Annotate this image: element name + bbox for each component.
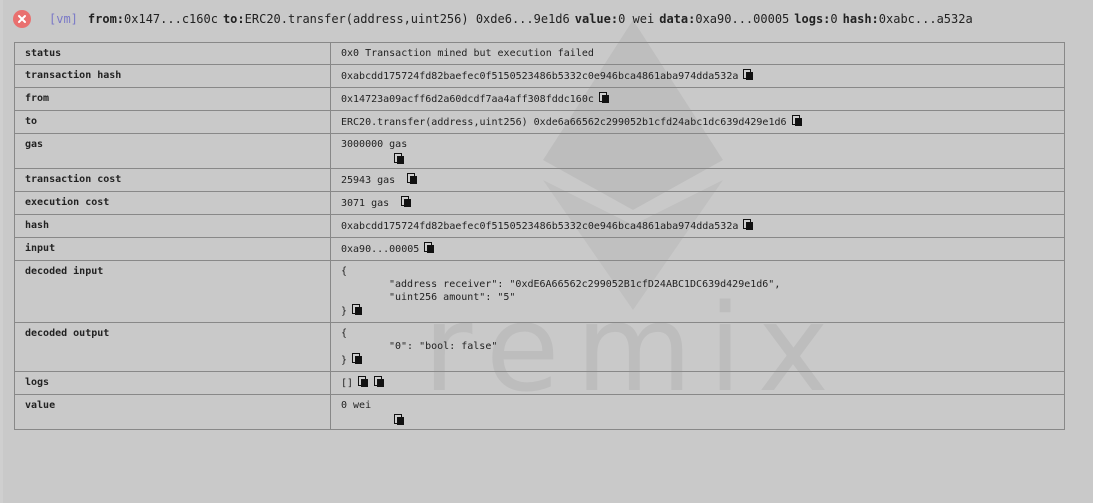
summary-from-key: from: — [87, 12, 125, 26]
gas-value: 3000000 gas — [330, 133, 1065, 169]
decoded-input-close: } — [341, 306, 348, 317]
failed-status-icon — [13, 10, 31, 28]
decoded-input-value: { "address receiver": "0xdE6A66562c29905… — [330, 260, 1065, 323]
summary-hash-key: hash: — [842, 12, 879, 26]
summary-to-key: to: — [222, 12, 245, 26]
input-value: 0xa90...00005 — [330, 237, 1065, 261]
transaction-summary[interactable]: [vm] from: 0x147...c160c to: ERC20.trans… — [13, 9, 978, 29]
copy-icon[interactable] — [407, 173, 418, 184]
copy-icon[interactable] — [352, 304, 363, 315]
from-label: from — [14, 87, 331, 111]
transaction-hash-value: 0xabcdd175724fd82baefec0f5150523486b5332… — [330, 64, 1065, 88]
to-label: to — [14, 110, 331, 134]
transaction-cost-text: 25943 gas — [341, 175, 396, 186]
input-text: 0xa90...00005 — [341, 244, 420, 255]
decoded-output-label: decoded output — [14, 322, 331, 372]
copy-icon[interactable] — [424, 242, 435, 253]
gas-label: gas — [14, 133, 331, 169]
copy-icon[interactable] — [401, 196, 412, 207]
to-text: ERC20.transfer(address,uint256) 0xde6a66… — [341, 117, 787, 128]
decoded-output-value: { "0": "bool: false" } — [330, 322, 1065, 372]
to-value: ERC20.transfer(address,uint256) 0xde6a66… — [330, 110, 1065, 134]
status-label: status — [14, 42, 331, 65]
logs-label: logs — [14, 371, 331, 395]
table-row-from: from 0x14723a09acff6d2a60dcdf7aa4aff308f… — [14, 87, 1065, 111]
transaction-cost-value: 25943 gas — [330, 168, 1065, 192]
decoded-output-line-1: "0": "bool: false" — [389, 341, 498, 352]
table-row-execution-cost: execution cost 3071 gas — [14, 191, 1065, 215]
execution-cost-text: 3071 gas — [341, 198, 390, 209]
summary-data-value: 0xa90...00005 — [695, 12, 790, 26]
transaction-log-panel: remix [vm] from: 0x147...c160c to: ERC20… — [3, 0, 1093, 503]
transaction-details-table: status 0x0 Transaction mined but executi… — [14, 42, 1065, 430]
table-row-status: status 0x0 Transaction mined but executi… — [14, 42, 1065, 65]
summary-from-value: 0x147...c160c — [124, 12, 218, 26]
execution-cost-value: 3071 gas — [330, 191, 1065, 215]
hash-label: hash — [14, 214, 331, 238]
transaction-hash-text: 0xabcdd175724fd82baefec0f5150523486b5332… — [341, 71, 739, 82]
copy-icon[interactable] — [791, 115, 803, 126]
hash-value: 0xabcdd175724fd82baefec0f5150523486b5332… — [330, 214, 1065, 238]
table-row-logs: logs [] — [14, 371, 1065, 395]
env-badge: [vm] — [49, 12, 78, 26]
execution-cost-label: execution cost — [14, 191, 331, 215]
table-row-value: value 0 wei — [14, 394, 1065, 430]
summary-hash-value: 0xabc...a532a — [878, 12, 973, 26]
summary-data-key: data: — [659, 12, 696, 26]
copy-icon[interactable] — [394, 153, 405, 164]
summary-value-value: 0 wei — [618, 12, 655, 26]
table-row-to: to ERC20.transfer(address,uint256) 0xde6… — [14, 110, 1065, 134]
hash-text: 0xabcdd175724fd82baefec0f5150523486b5332… — [341, 221, 739, 232]
value-label: value — [14, 394, 331, 430]
table-row-decoded-output: decoded output { "0": "bool: false" } — [14, 322, 1065, 372]
table-row-transaction-cost: transaction cost 25943 gas — [14, 168, 1065, 192]
gas-text: 3000000 gas — [341, 139, 408, 150]
copy-icon[interactable] — [352, 353, 363, 364]
input-label: input — [14, 237, 331, 261]
decoded-output-close: } — [341, 355, 348, 366]
summary-logs-value: 0 — [830, 12, 838, 26]
table-row-input: input 0xa90...00005 — [14, 237, 1065, 261]
from-text: 0x14723a09acff6d2a60dcdf7aa4aff308fddc16… — [341, 94, 594, 105]
copy-icon[interactable] — [374, 376, 385, 387]
copy-icon[interactable] — [358, 376, 369, 387]
summary-value-key: value: — [574, 12, 619, 26]
summary-logs-key: logs: — [794, 12, 831, 26]
decoded-output-open: { — [341, 328, 348, 339]
logs-value: [] — [330, 371, 1065, 395]
summary-to-value: ERC20.transfer(address,uint256) 0xde6...… — [244, 12, 570, 26]
status-value: 0x0 Transaction mined but execution fail… — [330, 42, 1065, 65]
copy-icon[interactable] — [598, 92, 610, 103]
copy-icon[interactable] — [743, 219, 754, 230]
decoded-input-open: { — [341, 266, 348, 277]
table-row-gas: gas 3000000 gas — [14, 133, 1065, 169]
copy-icon[interactable] — [743, 69, 754, 80]
table-row-hash: hash 0xabcdd175724fd82baefec0f5150523486… — [14, 214, 1065, 238]
logs-text: [] — [341, 378, 354, 389]
transaction-hash-label: transaction hash — [14, 64, 331, 88]
transaction-cost-label: transaction cost — [14, 168, 331, 192]
decoded-input-label: decoded input — [14, 260, 331, 323]
from-value: 0x14723a09acff6d2a60dcdf7aa4aff308fddc16… — [330, 87, 1065, 111]
value-value: 0 wei — [330, 394, 1065, 430]
decoded-input-line-1: "address receiver": "0xdE6A66562c299052B… — [389, 279, 781, 290]
decoded-input-line-2: "uint256 amount": "5" — [389, 292, 516, 303]
table-row-decoded-input: decoded input { "address receiver": "0xd… — [14, 260, 1065, 323]
status-text: 0x0 Transaction mined but execution fail… — [341, 48, 594, 59]
value-text: 0 wei — [341, 400, 372, 411]
copy-icon[interactable] — [394, 414, 405, 425]
table-row-transaction-hash: transaction hash 0xabcdd175724fd82baefec… — [14, 64, 1065, 88]
